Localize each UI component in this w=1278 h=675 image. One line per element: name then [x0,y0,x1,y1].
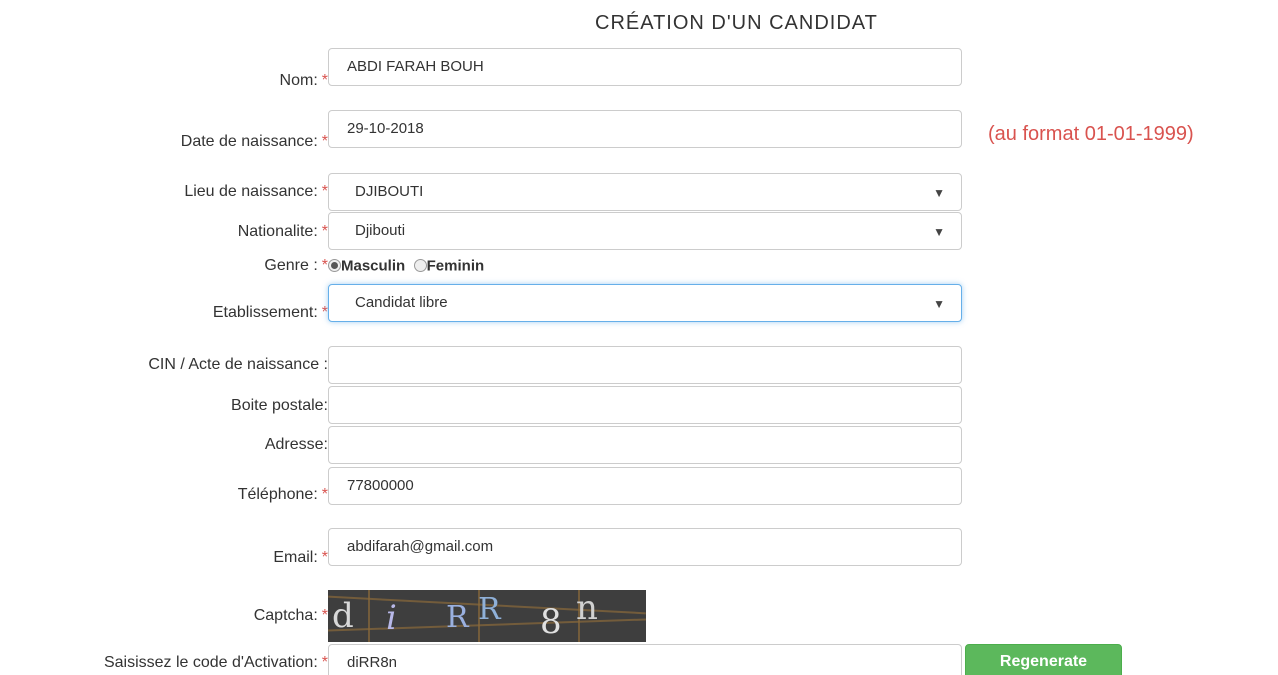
date-value: 29-10-2018 [347,120,424,137]
captcha-char: R [478,592,501,627]
lieu-select[interactable]: DJIBOUTI ▼ [328,173,962,211]
regenerate-button[interactable]: Regenerate [965,644,1122,675]
email-value: abdifarah@gmail.com [347,538,494,555]
feminin-label: Feminin [426,257,485,275]
etablissement-value: Candidat libre [355,294,448,311]
email-input[interactable]: abdifarah@gmail.com [328,528,962,566]
etablissement-select[interactable]: Candidat libre ▼ [328,284,962,322]
telephone-input[interactable]: 77800000 [328,467,962,505]
captcha-image: d i R R 8 n [328,590,646,642]
captcha-char: R [446,600,469,635]
date-label: Date de naissance: * [180,133,328,150]
adresse-label: Adresse: [264,436,328,453]
nationalite-value: Djibouti [355,222,406,239]
nationalite-select[interactable]: Djibouti ▼ [328,212,962,250]
radio-feminin[interactable] [413,259,427,273]
telephone-label: Téléphone: * [237,486,328,503]
page-title: CRÉATION D'UN CANDIDAT [595,12,878,34]
lieu-value: DJIBOUTI [355,183,424,200]
candidate-form-page: CRÉATION D'UN CANDIDAT Nom: * ABDI FARAH … [0,0,1278,675]
cin-input[interactable] [328,346,962,384]
captcha-char: n [576,590,598,628]
dropdown-caret-icon: ▼ [933,225,945,239]
lieu-label: Lieu de naissance: * [184,183,328,200]
nom-input[interactable]: ABDI FARAH BOUH [328,48,962,86]
activation-code-input[interactable]: diRR8n [328,644,962,675]
date-input[interactable]: 29-10-2018 [328,110,962,148]
nom-value: ABDI FARAH BOUH [347,58,484,75]
telephone-value: 77800000 [347,477,414,494]
genre-label: Genre : * [264,257,328,274]
dropdown-caret-icon: ▼ [933,186,945,200]
nationalite-label: Nationalite: * [237,223,328,240]
masculin-label: Masculin [341,257,406,275]
boite-input[interactable] [328,386,962,424]
nom-label: Nom: * [279,72,328,89]
date-format-hint: (au format 01-01-1999) [988,123,1194,145]
cin-label: CIN / Acte de naissance : [148,356,328,373]
adresse-input[interactable] [328,426,962,464]
radio-masculin[interactable] [328,259,341,273]
captcha-char: d [332,596,354,636]
activation-code-value: diRR8n [347,654,398,671]
email-label: Email: * [273,549,328,566]
captcha-label: Captcha: * [253,607,328,624]
captcha-char: 8 [540,602,562,642]
boite-label: Boite postale: [231,397,328,414]
captcha-char: i [386,598,397,638]
code-label: Saisissez le code d'Activation: * [103,654,328,671]
etablissement-label: Etablissement: * [212,304,328,321]
dropdown-caret-icon: ▼ [933,297,945,311]
